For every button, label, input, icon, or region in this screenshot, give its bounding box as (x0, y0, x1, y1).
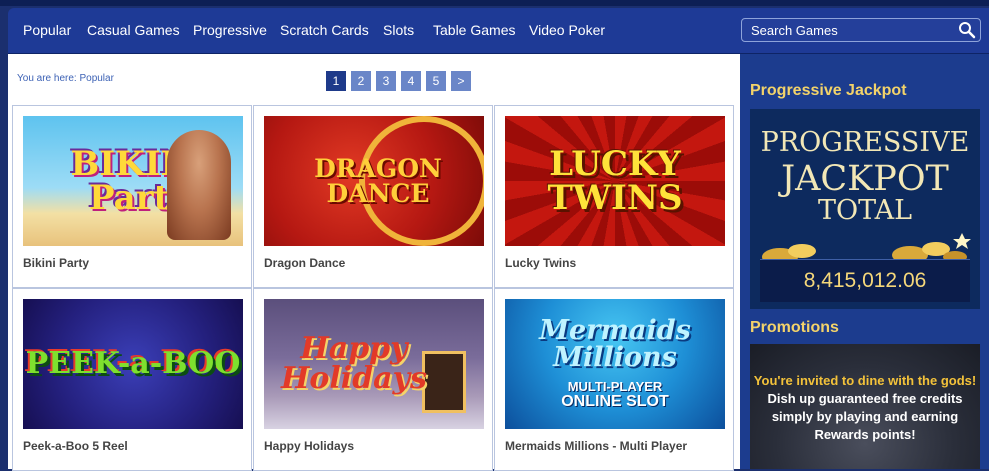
page-5-button[interactable]: 5 (426, 71, 446, 91)
game-art-title: LUCKY TWINS (547, 144, 683, 218)
nav-slots[interactable]: Slots (383, 22, 414, 38)
jackpot-heading: Progressive Jackpot (750, 82, 907, 99)
jackpot-panel[interactable]: PROGRESSIVE JACKPOT TOTAL 8,415,012.06 (750, 109, 980, 309)
page-4-button[interactable]: 4 (401, 71, 421, 91)
game-art-title: PEEK-a-BOO (25, 346, 241, 381)
promo-line-1: You're invited to dine with the gods! (753, 373, 977, 388)
promo-line-3: simply by playing and earning (771, 409, 959, 424)
pagination: 1 2 3 4 5 > (326, 71, 471, 91)
nav-progressive[interactable]: Progressive (193, 22, 267, 38)
game-art-subtitle-1: MULTI-PLAYER (567, 379, 663, 394)
nav-video-poker[interactable]: Video Poker (529, 22, 605, 38)
top-strip (0, 0, 989, 6)
breadcrumb: You are here: Popular (17, 73, 114, 84)
game-name[interactable]: Happy Holidays (264, 439, 354, 453)
game-thumbnail-bikini-party[interactable]: BIKINI Party (23, 116, 243, 246)
sidebar: Progressive Jackpot PROGRESSIVE JACKPOT … (740, 54, 989, 469)
page-1-button[interactable]: 1 (326, 71, 346, 91)
search-icon[interactable] (958, 21, 976, 39)
game-tile: Happy Holidays Happy Holidays (253, 288, 493, 471)
promo-line-4: Rewards points! (814, 427, 916, 442)
game-name[interactable]: Lucky Twins (505, 256, 576, 270)
nav-casual-games[interactable]: Casual Games (87, 22, 180, 38)
page-3-button[interactable]: 3 (376, 71, 396, 91)
game-art-title: Happy Holidays (281, 331, 427, 396)
search-input[interactable] (742, 19, 961, 41)
game-thumbnail-mermaids-millions[interactable]: Mermaids Millions MULTI-PLAYER ONLINE SL… (505, 299, 725, 429)
game-name[interactable]: Bikini Party (23, 256, 89, 270)
page-2-button[interactable]: 2 (351, 71, 371, 91)
game-art-title: Mermaids Millions (539, 315, 691, 373)
promotions-heading: Promotions (750, 319, 839, 336)
search-box (741, 18, 981, 42)
game-list-panel: You are here: Popular 1 2 3 4 5 > BIKINI… (8, 54, 740, 471)
promotion-banner[interactable]: You're invited to dine with the gods! Di… (750, 344, 980, 469)
game-thumbnail-lucky-twins[interactable]: LUCKY TWINS (505, 116, 725, 246)
jackpot-amount-box: 8,415,012.06 (760, 259, 970, 302)
nav-scratch-cards[interactable]: Scratch Cards (280, 22, 369, 38)
promo-line-2: Dish up guaranteed free credits (767, 391, 963, 406)
nav-popular[interactable]: Popular (23, 22, 71, 38)
jackpot-title-line-3: TOTAL (817, 195, 913, 226)
character-figure (167, 130, 231, 240)
jackpot-title-line-2: JACKPOT (781, 159, 949, 199)
jackpot-amount: 8,415,012.06 (803, 269, 927, 292)
game-thumbnail-dragon-dance[interactable]: DRAGON DANCE (264, 116, 484, 246)
game-tile: Mermaids Millions MULTI-PLAYER ONLINE SL… (494, 288, 734, 471)
game-tile: PEEK-a-BOO Peek-a-Boo 5 Reel (12, 288, 252, 471)
jackpot-title-line-1: PROGRESSIVE (760, 127, 970, 158)
game-thumbnail-peek-a-boo[interactable]: PEEK-a-BOO (23, 299, 243, 429)
game-tile: BIKINI Party Bikini Party (12, 105, 252, 288)
next-page-button[interactable]: > (451, 71, 471, 91)
game-name[interactable]: Mermaids Millions - Multi Player (505, 439, 687, 453)
game-tile: DRAGON DANCE Dragon Dance (253, 105, 493, 288)
nav-table-games[interactable]: Table Games (433, 22, 515, 38)
game-name[interactable]: Peek-a-Boo 5 Reel (23, 439, 128, 453)
game-name[interactable]: Dragon Dance (264, 256, 345, 270)
game-tile: LUCKY TWINS Lucky Twins (494, 105, 734, 288)
game-art-subtitle-2: ONLINE SLOT (561, 393, 669, 410)
game-thumbnail-happy-holidays[interactable]: Happy Holidays (264, 299, 484, 429)
game-art-title: DRAGON DANCE (314, 154, 442, 208)
